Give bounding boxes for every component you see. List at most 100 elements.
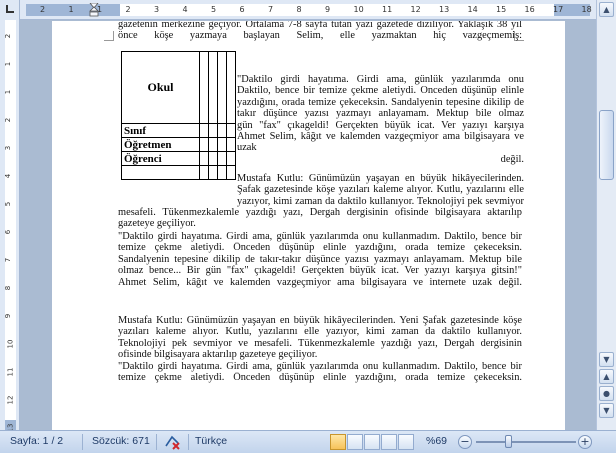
vertical-ruler[interactable]: 2 1 1 2 3 4 5 6 7 8 9 10 11 12 13: [0, 20, 20, 432]
document-page[interactable]: gazetenin merkezine geçiyor. Ortalama 7-…: [52, 21, 565, 430]
paragraph-kutlu-1[interactable]: Mustafa Kutlu: Günümüzün yaşayan en büyü…: [237, 173, 524, 207]
tab-selector-button[interactable]: [0, 0, 20, 20]
text-line: takır düşünce yazısı yazmayı anlayamam. …: [237, 108, 524, 120]
word-window: 2 1 1 2 3 4 5 6 7 8 9 10 11 12 13 14 15 16 17 18 2112345678…: [0, 0, 616, 453]
table-cell[interactable]: [208, 151, 218, 166]
language-indicator[interactable]: Türkçe: [195, 435, 227, 447]
side-quote-paragraph[interactable]: "Daktilo girdi hayatıma. Girdi ama, günl…: [237, 74, 524, 165]
table-cell[interactable]: [208, 123, 218, 138]
ruler-number: 7: [268, 5, 274, 14]
table-cell-sinif[interactable]: Sınıf: [121, 123, 200, 138]
text-line: önce köşe yazmaya başlayan Selim, elle y…: [118, 30, 522, 42]
horizontal-ruler[interactable]: 2 1 1 2 3 4 5 6 7 8 9 10 11 12 13 14 15 16 17 18: [0, 0, 596, 20]
vertical-ruler-number: 10: [6, 339, 15, 349]
text-line: gazetenin merkezine geçiyor. Ortalama 7-…: [118, 21, 522, 30]
document-area[interactable]: gazetenin merkezine geçiyor. Ortalama 7-…: [21, 21, 596, 430]
text-line: Mustafa Kutlu: Günümüzün yaşayan en büyü…: [118, 315, 522, 326]
status-separator: [82, 434, 83, 450]
quote-paragraph-2[interactable]: "Daktilo girdi hayatıma. Girdi ama, günl…: [118, 361, 522, 384]
table-cell-ogrenci[interactable]: Öğrenci: [121, 151, 200, 166]
vertical-ruler-text-area: [5, 20, 16, 420]
vertical-scrollbar[interactable]: ▲ ▼ ▲ ● ▼: [596, 0, 616, 430]
zoom-level[interactable]: %69: [426, 435, 447, 447]
ruler-number: 6: [239, 5, 245, 14]
ruler-number: 4: [182, 5, 188, 14]
text-line: Ahmet Selim, kâğıt ve kalemden vazgeçmiy…: [237, 130, 524, 142]
table-cell[interactable]: [217, 51, 227, 124]
scroll-down-icon[interactable]: ▼: [599, 352, 614, 367]
page-count-indicator[interactable]: Sayfa: 1 / 2: [10, 435, 63, 447]
table-cell[interactable]: [217, 151, 227, 166]
table-cell[interactable]: [208, 137, 218, 152]
scroll-up-icon[interactable]: ▲: [599, 2, 614, 17]
ruler-number: 13: [439, 5, 450, 14]
ruler-number: 2: [125, 5, 131, 14]
text-line: ofisinde bilgisayara aktarılıp gazeteye …: [118, 349, 318, 361]
table-row: [121, 165, 236, 180]
table-cell[interactable]: [121, 165, 200, 180]
print-layout-view-icon[interactable]: [330, 434, 346, 450]
text-line: "Daktilo girdi hayatıma. Girdi ama, günl…: [237, 74, 524, 85]
table-row: Öğretmen: [121, 137, 236, 152]
text-line: değil.: [500, 153, 524, 165]
paragraph-kutlu-2[interactable]: Mustafa Kutlu: Günümüzün yaşayan en büyü…: [118, 315, 522, 361]
table-cell[interactable]: [199, 165, 209, 180]
table-cell[interactable]: [217, 137, 227, 152]
table-cell[interactable]: [226, 151, 236, 166]
zoom-slider[interactable]: [476, 441, 576, 443]
table-cell[interactable]: [199, 123, 209, 138]
zoom-out-icon[interactable]: −: [458, 435, 472, 449]
vertical-ruler-number: 8: [4, 285, 13, 291]
table-cell[interactable]: [217, 165, 227, 180]
previous-page-icon[interactable]: ▲: [599, 369, 614, 384]
ruler-number: 1: [68, 5, 74, 14]
table-cell[interactable]: [226, 137, 236, 152]
text-line: Ahmet Selim, kâğıt ve kalemden vazgeçmiy…: [118, 276, 522, 288]
vertical-ruler-number: 2: [4, 33, 13, 39]
left-tab-icon: [6, 5, 14, 13]
full-screen-reading-icon[interactable]: [347, 434, 363, 450]
table-cell[interactable]: [199, 51, 209, 124]
vertical-ruler-number: 4: [4, 173, 13, 179]
browse-object-icon[interactable]: ●: [599, 386, 614, 401]
ruler-number: 11: [382, 5, 393, 14]
table-cell-ogretmen[interactable]: Öğretmen: [121, 137, 200, 152]
table-cell[interactable]: [199, 137, 209, 152]
intro-paragraph[interactable]: gazetenin merkezine geçiyor. Ortalama 7-…: [118, 21, 522, 42]
web-layout-view-icon[interactable]: [364, 434, 380, 450]
scrollbar-thumb[interactable]: [599, 110, 614, 180]
indent-marker-icon[interactable]: [89, 3, 99, 17]
table-cell[interactable]: [217, 123, 227, 138]
table-row: Okul: [121, 51, 236, 124]
document-table[interactable]: Okul Sınıf Öğretmen Öğrenci: [121, 51, 236, 180]
table-cell[interactable]: [226, 165, 236, 180]
table-cell[interactable]: [226, 51, 236, 124]
vertical-ruler-number: 5: [4, 201, 13, 207]
ruler-number: 18: [581, 5, 592, 14]
paragraph-kutlu-1-cont[interactable]: mesafeli. Tükenmezkalemle yazdığı yazı, …: [118, 207, 522, 230]
ruler-number: 9: [325, 5, 331, 14]
table-cell[interactable]: [226, 123, 236, 138]
table-cell[interactable]: [208, 165, 218, 180]
table-cell-okul[interactable]: Okul: [121, 51, 200, 124]
next-page-icon[interactable]: ▼: [599, 403, 614, 418]
vertical-ruler-number: 1: [4, 61, 13, 67]
ruler-number: 5: [211, 5, 217, 14]
word-count-indicator[interactable]: Sözcük: 671: [92, 435, 150, 447]
zoom-in-icon[interactable]: +: [578, 435, 592, 449]
margin-corner-mark: [104, 31, 114, 41]
proofing-errors-icon[interactable]: [164, 434, 182, 450]
ruler-number: 3: [154, 5, 160, 14]
status-bar: Sayfa: 1 / 2 Sözcük: 671 Türkçe %69 − +: [0, 430, 616, 453]
table-row: Öğrenci: [121, 151, 236, 166]
ruler-number: 12: [410, 5, 421, 14]
table-cell[interactable]: [208, 51, 218, 124]
draft-view-icon[interactable]: [398, 434, 414, 450]
zoom-slider-thumb[interactable]: [505, 435, 512, 448]
text-line: yazıyor, kimi zaman da daktilo kullanıyo…: [237, 195, 524, 207]
quote-paragraph-1[interactable]: "Daktilo girdi hayatıma. Girdi ama, günl…: [118, 231, 522, 288]
outline-view-icon[interactable]: [381, 434, 397, 450]
text-line: Mustafa Kutlu: Günümüzün yaşayan en büyü…: [237, 173, 524, 184]
table-cell[interactable]: [199, 151, 209, 166]
text-line: "Daktilo girdi hayatıma. Girdi ama, günl…: [118, 231, 522, 242]
